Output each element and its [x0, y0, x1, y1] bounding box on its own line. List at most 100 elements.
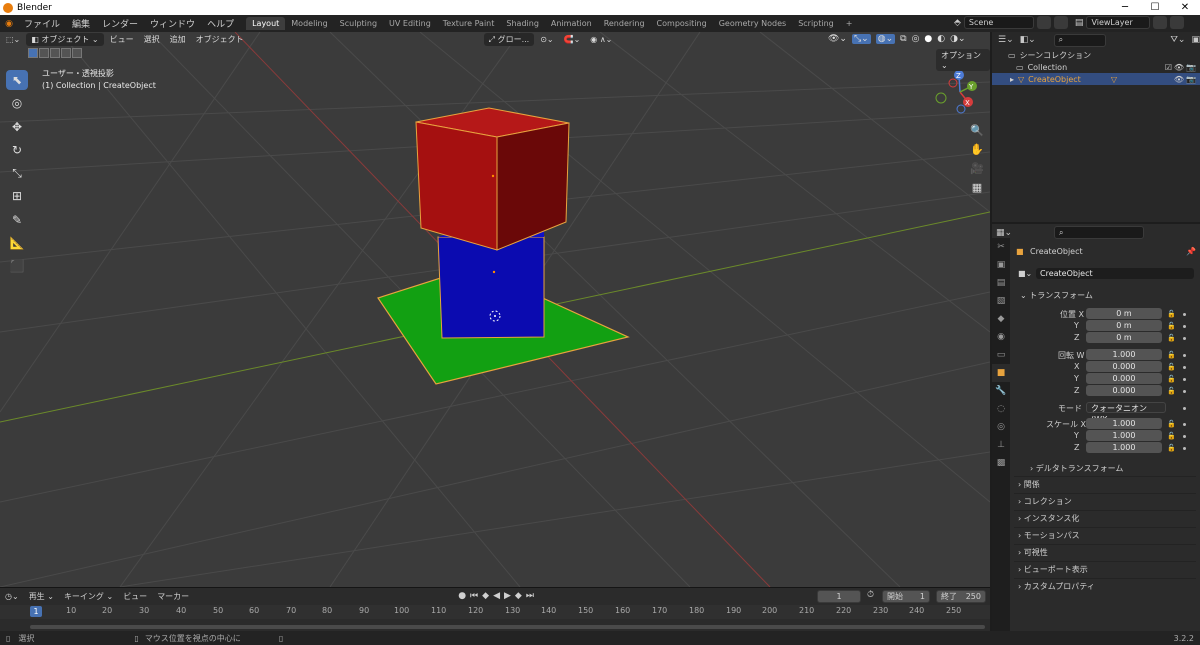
- stopwatch-icon[interactable]: ⏱: [867, 590, 874, 600]
- lock-icon[interactable]: 🔓: [1167, 432, 1176, 440]
- keyframe-dot-icon[interactable]: [1183, 378, 1186, 381]
- add-workspace-button[interactable]: +: [840, 17, 859, 30]
- tool-tab-icon[interactable]: ✂: [992, 238, 1010, 256]
- menu-help[interactable]: ヘルプ: [201, 17, 240, 30]
- rotation-y-field[interactable]: 0.000: [1086, 373, 1162, 384]
- render-tab-icon[interactable]: ▣: [992, 256, 1010, 274]
- keyframe-dot-icon[interactable]: [1183, 313, 1186, 316]
- lock-icon[interactable]: 🔓: [1167, 420, 1176, 428]
- transform-panel-header[interactable]: ⌄ トランスフォーム: [1020, 290, 1093, 301]
- select-subtract-icon[interactable]: [50, 48, 60, 58]
- maximize-button[interactable]: ☐: [1140, 0, 1170, 15]
- close-button[interactable]: ✕: [1170, 0, 1200, 15]
- location-z-field[interactable]: 0 m: [1086, 332, 1162, 343]
- collection-tab-icon[interactable]: ▭: [992, 346, 1010, 364]
- solid-shading-icon[interactable]: ●: [924, 34, 932, 44]
- pivot-icon[interactable]: ⊙⌄: [536, 35, 557, 44]
- blender-menu-icon[interactable]: ◉: [0, 19, 18, 29]
- tab-animation[interactable]: Animation: [545, 17, 598, 30]
- annotate-tool-icon[interactable]: ✎: [6, 210, 28, 230]
- measure-tool-icon[interactable]: 📐: [6, 233, 28, 253]
- object-tab-icon[interactable]: ■: [992, 364, 1010, 382]
- scale-y-field[interactable]: 1.000: [1086, 430, 1162, 441]
- proportional-edit-icon[interactable]: ◉ ∧⌄: [586, 35, 616, 44]
- scene-tab-icon[interactable]: ◆: [992, 310, 1010, 328]
- outliner-editor-type-icon[interactable]: ☰⌄: [998, 35, 1014, 45]
- tab-uv-editing[interactable]: UV Editing: [383, 17, 437, 30]
- object-camera-icon[interactable]: 📷: [1186, 75, 1196, 84]
- tab-scripting[interactable]: Scripting: [792, 17, 840, 30]
- outliner-row-scene-collection[interactable]: ▭ シーンコレクション: [992, 49, 1200, 61]
- object-visibility-icon[interactable]: 👁: [1174, 75, 1184, 84]
- move-tool-icon[interactable]: ✥: [6, 117, 28, 137]
- tab-compositing[interactable]: Compositing: [651, 17, 713, 30]
- zoom-icon[interactable]: 🔍: [968, 122, 986, 140]
- tab-geometry-nodes[interactable]: Geometry Nodes: [713, 17, 792, 30]
- ortho-grid-icon[interactable]: ▦: [968, 179, 986, 197]
- view-layer-field[interactable]: ViewLayer: [1086, 16, 1151, 29]
- keyframe-dot-icon[interactable]: [1183, 423, 1186, 426]
- lock-icon[interactable]: 🔓: [1167, 351, 1176, 359]
- lock-icon[interactable]: 🔓: [1167, 387, 1176, 395]
- timeline-scrollbar[interactable]: [30, 625, 985, 629]
- minimize-button[interactable]: ─: [1110, 0, 1140, 15]
- tab-modeling[interactable]: Modeling: [285, 17, 333, 30]
- particles-tab-icon[interactable]: ◌: [992, 400, 1010, 418]
- collection-visibility-icon[interactable]: 👁: [1174, 63, 1184, 72]
- snap-icon[interactable]: 🧲⌄: [560, 35, 585, 44]
- add-cube-tool-icon[interactable]: ⬛: [6, 256, 28, 276]
- properties-search-input[interactable]: ⌕: [1054, 226, 1145, 239]
- menu-file[interactable]: ファイル: [18, 17, 66, 30]
- section-visibility[interactable]: › 可視性: [1014, 544, 1196, 559]
- keyframe-dot-icon[interactable]: [1183, 435, 1186, 438]
- constraints-tab-icon[interactable]: ⊥: [992, 436, 1010, 454]
- red-cube[interactable]: [415, 107, 570, 251]
- record-icon[interactable]: ●: [458, 591, 466, 601]
- menu-keying[interactable]: キーイング ⌄: [59, 591, 118, 602]
- delete-scene-button[interactable]: [1053, 16, 1068, 29]
- current-frame-indicator[interactable]: 1: [30, 606, 42, 617]
- play-icon[interactable]: ▶: [504, 591, 511, 601]
- timeline-editor-type-icon[interactable]: ◷⌄: [0, 592, 24, 601]
- rendered-shading-icon[interactable]: ◑⌄: [950, 34, 965, 44]
- play-reverse-icon[interactable]: ◀: [493, 591, 500, 601]
- visibility-icon[interactable]: 👁⌄: [828, 34, 847, 44]
- collection-camera-icon[interactable]: 📷: [1186, 63, 1196, 72]
- menu-view[interactable]: ビュー: [106, 34, 138, 45]
- select-new-icon[interactable]: [28, 48, 38, 58]
- modifier-tab-icon[interactable]: 🔧: [992, 382, 1010, 400]
- collection-checkbox[interactable]: ☑: [1165, 63, 1172, 72]
- current-frame-field[interactable]: 1: [817, 590, 861, 603]
- filter-icon[interactable]: ⛛⌄: [1170, 35, 1185, 45]
- location-x-field[interactable]: 0 m: [1086, 308, 1162, 319]
- texture-tab-icon[interactable]: ▩: [992, 454, 1010, 472]
- wireframe-shading-icon[interactable]: ◎: [912, 34, 920, 44]
- lock-icon[interactable]: 🔓: [1167, 322, 1176, 330]
- tab-sculpting[interactable]: Sculpting: [334, 17, 383, 30]
- select-invert-icon[interactable]: [61, 48, 71, 58]
- scale-tool-icon[interactable]: ⤡: [6, 163, 28, 183]
- select-box-tool-icon[interactable]: ⬉: [6, 70, 28, 90]
- section-custom-properties[interactable]: › カスタムプロパティ: [1014, 578, 1196, 593]
- start-frame-field[interactable]: 開始 1: [882, 590, 930, 603]
- transform-tool-icon[interactable]: ⊞: [6, 186, 28, 206]
- keyframe-dot-icon[interactable]: [1183, 407, 1186, 410]
- menu-window[interactable]: ウィンドウ: [144, 17, 201, 30]
- xray-icon[interactable]: ⧉: [900, 34, 906, 44]
- pin-icon[interactable]: 📌: [1186, 247, 1196, 256]
- menu-add[interactable]: 追加: [166, 34, 190, 45]
- object-name-field[interactable]: CreateObject: [1036, 268, 1194, 279]
- mode-dropdown[interactable]: ◧ オブジェクト ⌄: [26, 32, 104, 46]
- select-extend-icon[interactable]: [39, 48, 49, 58]
- lock-icon[interactable]: 🔓: [1167, 444, 1176, 452]
- overlay-toggle-icon[interactable]: ◍⌄: [875, 34, 896, 44]
- menu-edit[interactable]: 編集: [66, 17, 96, 30]
- orientation-dropdown[interactable]: ⤢ グロー...: [483, 32, 535, 46]
- next-key-icon[interactable]: ◆: [515, 591, 522, 601]
- cursor-tool-icon[interactable]: ◎: [6, 93, 28, 113]
- menu-marker[interactable]: マーカー: [152, 591, 194, 602]
- scale-z-field[interactable]: 1.000: [1086, 442, 1162, 453]
- rotation-x-field[interactable]: 0.000: [1086, 361, 1162, 372]
- menu-render[interactable]: レンダー: [96, 17, 144, 30]
- rotation-w-field[interactable]: 1.000: [1086, 349, 1162, 360]
